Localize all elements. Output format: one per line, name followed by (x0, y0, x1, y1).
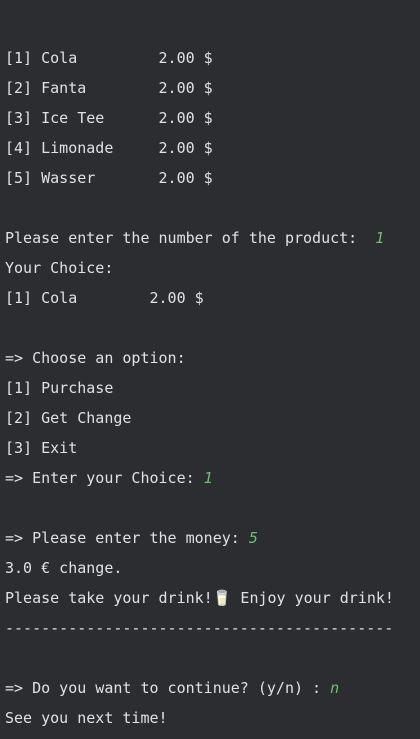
product-list-item-ice-tee: [3] Ice Tee 2.00 $ (5, 109, 213, 127)
change-line: 3.0 € change. (5, 559, 123, 577)
money-prompt: => Please enter the money: (5, 529, 249, 547)
terminal-output: [1] Cola 2.00 $ [2] Fanta 2.00 $ [3] Ice… (0, 0, 420, 739)
money-input: 5 (248, 529, 258, 547)
enjoy-drink-text: Enjoy your drink! (231, 589, 394, 607)
choice-heading: Your Choice: (5, 259, 114, 277)
option-prompt: => Enter your Choice: (5, 469, 204, 487)
options-heading: => Choose an option: (5, 349, 186, 367)
product-list-item-limonade: [4] Limonade 2.00 $ (5, 139, 213, 157)
continue-prompt-line: => Do you want to continue? (y/n) : n (5, 678, 420, 708)
option-prompt-line: => Enter your Choice: 1 (5, 468, 420, 498)
option-input: 1 (203, 469, 213, 487)
product-prompt: Please enter the number of the product: (5, 229, 376, 247)
option-get-change: [2] Get Change (5, 409, 132, 427)
product-list-item-cola: [1] Cola 2.00 $ (5, 49, 213, 67)
money-prompt-line: => Please enter the money: 5 (5, 528, 420, 558)
product-prompt-line: Please enter the number of the product: … (5, 228, 420, 258)
milk-glass-icon: 🥛 (212, 589, 232, 607)
take-drink-text: Please take your drink! (5, 589, 213, 607)
divider-line: ----------------------------------------… (5, 619, 394, 637)
take-drink-line: Please take your drink!🥛 Enjoy your drin… (5, 588, 420, 618)
continue-input: n (330, 679, 340, 697)
option-purchase: [1] Purchase (5, 379, 114, 397)
product-input: 1 (375, 229, 385, 247)
option-exit: [3] Exit (5, 439, 78, 457)
product-list-item-fanta: [2] Fanta 2.00 $ (5, 79, 213, 97)
choice-line: [1] Cola 2.00 $ (5, 289, 204, 307)
continue-prompt: => Do you want to continue? (y/n) : (5, 679, 331, 697)
goodbye-line: See you next time! (5, 709, 168, 727)
product-list-item-wasser: [5] Wasser 2.00 $ (5, 169, 213, 187)
